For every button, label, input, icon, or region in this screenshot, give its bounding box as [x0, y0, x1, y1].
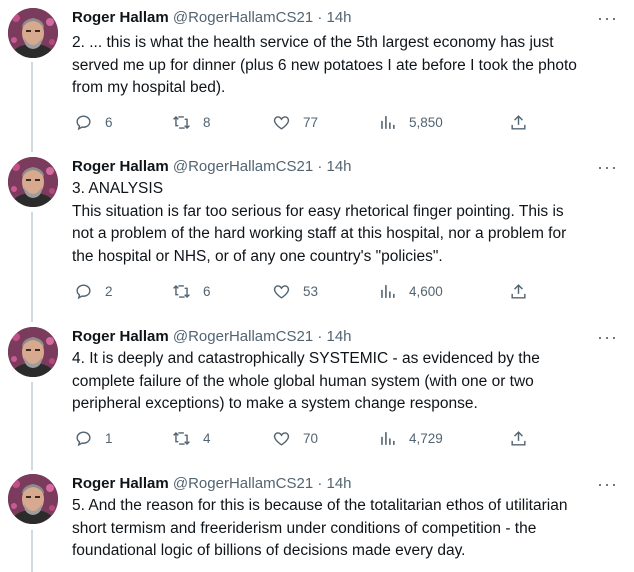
timestamp[interactable]: · 14h [317, 475, 351, 492]
reply-icon [76, 430, 91, 446]
tweet-text: 5. And the reason for this is because of… [72, 495, 612, 563]
retweet-count: 6 [203, 283, 211, 299]
like-button[interactable]: 70 [272, 427, 318, 449]
more-options-icon[interactable]: ··· [597, 158, 618, 176]
tweet-header: Roger Hallam @RogerHallamCS21 · 14h [72, 8, 352, 28]
share-button[interactable] [509, 111, 528, 133]
tweet-text-line: not a problem of the hard working staff … [72, 225, 567, 242]
author-name[interactable]: Roger Hallam [72, 158, 169, 175]
tweet-text-line: 3. ANALYSIS [72, 180, 164, 197]
tweet-text-line: peripheral exceptions) to make a system … [72, 395, 478, 412]
reply-count: 1 [105, 430, 113, 446]
tweet-text-line: This situation is far too serious for ea… [72, 202, 564, 220]
share-icon [511, 283, 526, 299]
retweet-count: 4 [203, 430, 211, 446]
reply-icon [76, 283, 91, 299]
retweet-icon [173, 284, 190, 298]
author-name[interactable]: Roger Hallam [72, 9, 169, 26]
tweet-header: Roger Hallam @RogerHallamCS21 · 14h [72, 327, 352, 347]
reply-button[interactable]: 2 [74, 280, 113, 302]
tweet-text-line: complete failure of the whole global hum… [72, 372, 534, 390]
tweet[interactable]: Roger Hallam @RogerHallamCS21 · 14h ··· … [0, 150, 634, 320]
author-name[interactable]: Roger Hallam [72, 475, 169, 492]
reply-button[interactable]: 1 [74, 427, 113, 449]
tweet-text-line: from my hospital bed). [72, 79, 226, 96]
retweet-icon [173, 431, 190, 445]
tweet-actions: 1 4 70 4,729 [72, 427, 542, 449]
tweet-text: 4. It is deeply and catastrophically SYS… [72, 348, 612, 416]
reply-button[interactable]: 6 [74, 111, 113, 133]
like-count: 70 [303, 430, 319, 446]
share-button[interactable] [509, 280, 528, 302]
like-button[interactable]: 53 [272, 280, 318, 302]
tweet-text-line: 5. And the reason for this is because of… [72, 497, 568, 514]
author-name[interactable]: Roger Hallam [72, 328, 169, 345]
more-options-icon[interactable]: ··· [597, 9, 618, 27]
share-icon [511, 430, 526, 446]
reply-count: 6 [105, 114, 113, 130]
author-handle[interactable]: @RogerHallamCS21 [173, 475, 313, 492]
avatar[interactable] [8, 8, 58, 58]
views-button[interactable]: 5,850 [378, 111, 443, 133]
tweet-text: 2. ... this is what the health service o… [72, 32, 612, 100]
retweet-button[interactable]: 6 [172, 280, 211, 302]
view-count: 5,850 [409, 114, 443, 130]
more-options-icon[interactable]: ··· [597, 328, 618, 346]
tweet-header: Roger Hallam @RogerHallamCS21 · 14h [72, 157, 352, 177]
retweet-icon [173, 115, 190, 129]
views-chart-icon [381, 284, 395, 298]
author-handle[interactable]: @RogerHallamCS21 [173, 158, 313, 175]
tweet[interactable]: Roger Hallam @RogerHallamCS21 · 14h ··· … [0, 0, 634, 150]
avatar[interactable] [8, 157, 58, 207]
like-count: 77 [303, 114, 319, 130]
view-count: 4,729 [409, 430, 443, 446]
tweet-actions: 2 6 53 4,600 [72, 280, 542, 302]
like-button[interactable]: 77 [272, 111, 318, 133]
avatar[interactable] [8, 474, 58, 524]
views-button[interactable]: 4,729 [378, 427, 443, 449]
views-chart-icon [381, 115, 395, 129]
like-count: 53 [303, 283, 319, 299]
tweet[interactable]: Roger Hallam @RogerHallamCS21 · 14h ··· … [0, 470, 634, 572]
reply-icon [76, 114, 91, 130]
reply-count: 2 [105, 283, 113, 299]
tweet-actions: 6 8 77 5,850 [72, 111, 542, 133]
tweet-text-line: 2. ... this is what the health service o… [72, 34, 554, 51]
tweet-text-line: short termism and freeriderism under con… [72, 519, 537, 537]
timestamp[interactable]: · 14h [317, 9, 351, 26]
retweet-button[interactable]: 8 [172, 111, 211, 133]
views-chart-icon [381, 431, 395, 445]
retweet-count: 8 [203, 114, 211, 130]
more-options-icon[interactable]: ··· [597, 475, 618, 493]
author-handle[interactable]: @RogerHallamCS21 [173, 328, 313, 345]
tweet[interactable]: Roger Hallam @RogerHallamCS21 · 14h ··· … [0, 320, 634, 470]
timestamp[interactable]: · 14h [317, 158, 351, 175]
views-button[interactable]: 4,600 [378, 280, 443, 302]
view-count: 4,600 [409, 283, 443, 299]
share-button[interactable] [509, 427, 528, 449]
share-icon [511, 114, 526, 130]
tweet-text-line: served me up for dinner (plus 6 new pota… [72, 56, 577, 74]
tweet-text-line: the hospital or NHS, or of any one count… [72, 247, 443, 265]
tweet-header: Roger Hallam @RogerHallamCS21 · 14h [72, 474, 352, 494]
timestamp[interactable]: · 14h [317, 328, 351, 345]
heart-icon [273, 431, 290, 446]
tweet-text-line: foundational logic of billions of decisi… [72, 542, 466, 559]
tweet-text: 3. ANALYSIS This situation is far too se… [72, 178, 612, 268]
author-handle[interactable]: @RogerHallamCS21 [173, 9, 313, 26]
retweet-button[interactable]: 4 [172, 427, 211, 449]
avatar[interactable] [8, 327, 58, 377]
heart-icon [273, 284, 290, 299]
heart-icon [273, 115, 290, 130]
tweet-text-line: 4. It is deeply and catastrophically SYS… [72, 350, 540, 367]
